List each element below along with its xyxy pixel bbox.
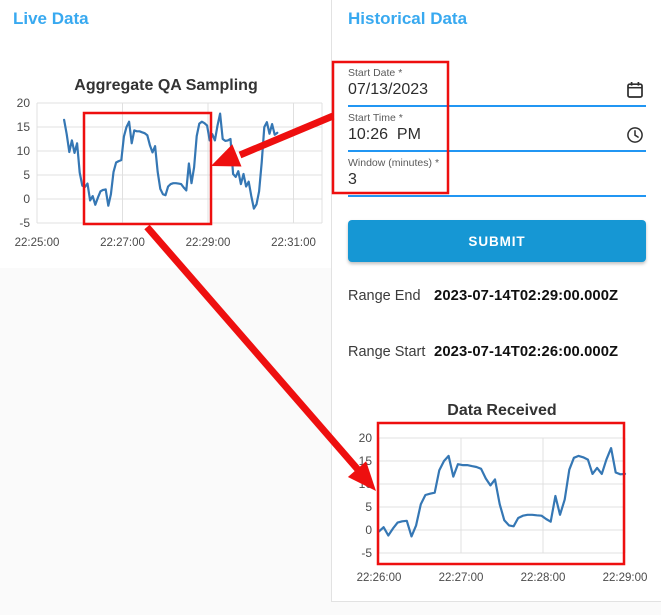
range-end-value: 2023-07-14T02:29:00.000Z (434, 288, 619, 304)
chart-title: Data Received (447, 402, 556, 419)
y-tick-label: 0 (365, 523, 372, 537)
y-axis-labels: 20 15 10 5 0 -5 (359, 431, 373, 560)
range-start-label: Range Start (348, 344, 426, 360)
y-tick-label: 5 (23, 168, 30, 182)
aggregate-qa-sampling-line-series (62, 112, 279, 210)
live-data-panel: Live Data 20 15 10 5 0 -5 22:25:00 22:27:00 22:2… (0, 0, 331, 268)
range-end-label: Range End (348, 288, 421, 304)
x-tick-label: 22:25:00 (15, 237, 60, 249)
x-tick-label: 22:28:00 (521, 572, 566, 584)
start-date-input[interactable]: 07/13/2023 (348, 79, 646, 99)
x-tick-label: 22:29:00 (186, 237, 231, 249)
window-minutes-label: Window (minutes) * (348, 157, 440, 169)
start-time-input[interactable]: 10:26 PM (348, 124, 646, 144)
x-tick-label: 22:31:00 (271, 237, 316, 249)
y-tick-label: 15 (17, 120, 31, 134)
calendar-icon[interactable] (626, 81, 644, 99)
x-tick-label: 22:27:00 (439, 572, 484, 584)
y-tick-label: 20 (17, 96, 31, 110)
x-tick-label: 22:29:00 (603, 572, 648, 584)
clock-icon[interactable] (626, 126, 644, 144)
y-tick-label: 10 (17, 144, 31, 158)
range-end-row: Range End 2023-07-14T02:29:00.000Z (348, 288, 648, 304)
y-tick-label: 10 (359, 477, 373, 491)
start-date-field: Start Date * 07/13/2023 (348, 62, 646, 107)
data-received-chart: 20 15 10 5 0 -5 22:26:00 22:27:00 22:28:00 22:29:… (357, 402, 648, 584)
live-data-heading: Live Data (13, 9, 89, 28)
range-start-value: 2023-07-14T02:26:00.000Z (434, 344, 619, 360)
y-tick-label: 20 (359, 431, 373, 445)
range-start-row: Range Start 2023-07-14T02:26:00.000Z (348, 344, 648, 360)
live-chart: 20 15 10 5 0 -5 22:25:00 22:27:00 22:29:00 22:31:… (15, 77, 323, 249)
y-axis-labels: 20 15 10 5 0 -5 (17, 96, 31, 230)
y-tick-label: 15 (359, 454, 373, 468)
window-minutes-field: Window (minutes) * 3 (348, 152, 646, 197)
x-axis-labels: 22:26:00 22:27:00 22:28:00 22:29:00 (357, 572, 648, 584)
y-tick-label: -5 (361, 546, 372, 560)
y-tick-label: -5 (19, 216, 30, 230)
submit-button[interactable]: SUBMIT (348, 220, 646, 262)
window-minutes-input[interactable]: 3 (348, 169, 646, 189)
y-tick-label: 0 (23, 192, 30, 206)
x-axis-labels: 22:25:00 22:27:00 22:29:00 22:31:00 (15, 237, 316, 249)
start-time-field: Start Time * 10:26 PM (348, 107, 646, 152)
x-tick-label: 22:26:00 (357, 572, 402, 584)
historical-data-heading: Historical Data (348, 9, 468, 28)
chart-title: Aggregate QA Sampling (74, 77, 257, 94)
y-tick-label: 5 (365, 500, 372, 514)
start-date-label: Start Date * (348, 67, 403, 79)
chart-grid (378, 437, 626, 554)
start-time-label: Start Time * (348, 112, 403, 124)
historical-data-panel: Historical Data Start Date * 07/13/2023 St… (331, 0, 661, 602)
x-tick-label: 22:27:00 (100, 237, 145, 249)
